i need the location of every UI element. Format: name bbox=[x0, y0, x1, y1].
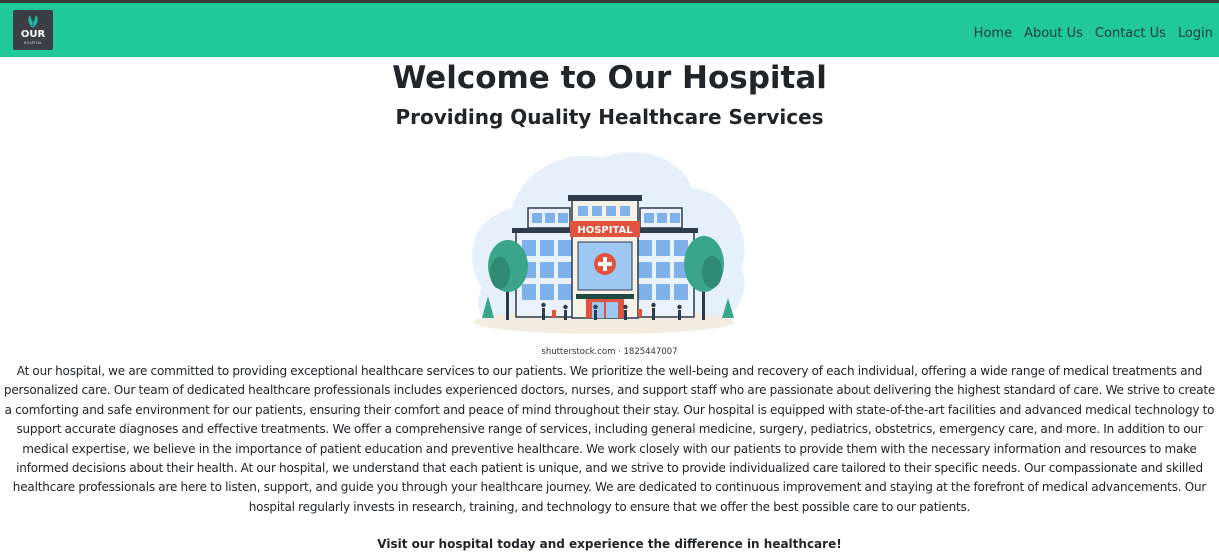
leaf-icon bbox=[28, 15, 38, 28]
logo-subtitle: HOSPITAL bbox=[23, 41, 43, 45]
logo[interactable]: OUR HOSPITAL bbox=[13, 10, 53, 50]
navbar: OUR HOSPITAL Home About Us Contact Us Lo… bbox=[0, 3, 1219, 57]
nav-login-link[interactable]: Login bbox=[1178, 26, 1213, 41]
nav-home-link[interactable]: Home bbox=[974, 26, 1012, 41]
page-subtitle: Providing Quality Healthcare Services bbox=[395, 105, 824, 129]
hospital-illustration: HOSPITAL bbox=[472, 152, 745, 334]
nav-about-link[interactable]: About Us bbox=[1024, 26, 1083, 41]
intro-paragraph: At our hospital, we are committed to pro… bbox=[3, 364, 1216, 514]
nav-links: Home About Us Contact Us Login bbox=[962, 6, 1213, 60]
logo-word: OUR bbox=[20, 29, 46, 40]
hospital-sign-text: HOSPITAL bbox=[577, 225, 633, 236]
page-title: Welcome to Our Hospital bbox=[392, 60, 827, 96]
closing-statement: Visit our hospital today and experience … bbox=[377, 537, 842, 551]
nav-contact-link[interactable]: Contact Us bbox=[1095, 26, 1166, 41]
image-caption: shutterstock.com · 1825447007 bbox=[541, 347, 678, 357]
